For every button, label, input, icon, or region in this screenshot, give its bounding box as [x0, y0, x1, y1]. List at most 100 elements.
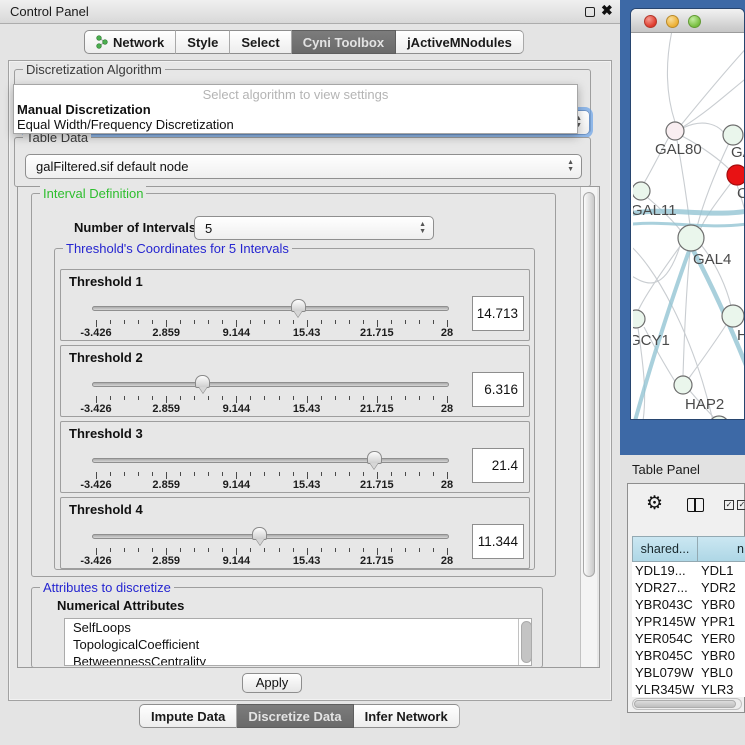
- tick-mark: [264, 472, 265, 476]
- attribute-list-item[interactable]: BetweennessCentrality: [65, 653, 531, 666]
- zoom-traffic-light[interactable]: [688, 15, 701, 28]
- tick-mark: [208, 396, 209, 400]
- tick-mark: [307, 548, 308, 555]
- tick-mark: [377, 320, 378, 327]
- settings-scrollbar[interactable]: [580, 187, 597, 667]
- column-header-shared-name[interactable]: shared...: [632, 536, 697, 562]
- minimize-traffic-light[interactable]: [666, 15, 679, 28]
- threshold-panel-2: Threshold 2-3.4262.8599.14415.4321.71528…: [60, 345, 530, 417]
- table-row[interactable]: YBL079WYBL0: [632, 664, 745, 681]
- network-window-titlebar[interactable]: [631, 9, 744, 33]
- tab-impute-data[interactable]: Impute Data: [139, 704, 237, 728]
- close-icon[interactable]: ✖: [601, 2, 613, 19]
- cell-shared-name[interactable]: YER054C: [632, 630, 697, 647]
- cell-name[interactable]: YPR1: [697, 613, 745, 630]
- cell-name[interactable]: YBR0: [697, 647, 745, 664]
- table-row[interactable]: YDR27...YDR2: [632, 579, 745, 596]
- gear-icon[interactable]: ⚙: [646, 494, 663, 513]
- tab-cyni-toolbox[interactable]: Cyni Toolbox: [292, 30, 396, 54]
- algorithm-hint-option[interactable]: Select algorithm to view settings: [14, 87, 577, 102]
- apply-button[interactable]: Apply: [242, 673, 302, 693]
- cell-name[interactable]: YDL1: [697, 562, 745, 579]
- tick-mark: [208, 320, 209, 324]
- cell-name[interactable]: YBR0: [697, 596, 745, 613]
- table-data-combobox[interactable]: galFiltered.sif default node ▲▼: [25, 154, 582, 179]
- number-of-intervals-label: Number of Intervals: [74, 220, 196, 235]
- tab-style[interactable]: Style: [176, 30, 230, 54]
- slider-handle[interactable]: [367, 451, 382, 464]
- network-node-gal11[interactable]: [633, 182, 650, 200]
- network-canvas[interactable]: GAL80GACGAL11GAL4GCY1HHAP2: [633, 33, 745, 420]
- close-traffic-light[interactable]: [644, 15, 657, 28]
- tab-network[interactable]: Network: [84, 30, 176, 54]
- network-node-gal80[interactable]: [666, 122, 684, 140]
- threshold-value-field[interactable]: 6.316: [472, 372, 524, 407]
- cell-shared-name[interactable]: YDL19...: [632, 562, 697, 579]
- slider-track[interactable]: [92, 306, 449, 311]
- cell-shared-name[interactable]: YLR345W: [632, 681, 697, 697]
- tab-select[interactable]: Select: [230, 30, 291, 54]
- tick-mark: [138, 396, 139, 400]
- thresholds-group-label: Threshold's Coordinates for 5 Intervals: [63, 241, 292, 256]
- network-node-hap2[interactable]: [674, 376, 692, 394]
- network-node-h[interactable]: [722, 305, 744, 327]
- tick-label: 9.144: [223, 555, 251, 567]
- slider-track[interactable]: [92, 382, 449, 387]
- tick-mark: [180, 548, 181, 552]
- tab-discretize-data[interactable]: Discretize Data: [237, 704, 353, 728]
- cell-shared-name[interactable]: YBL079W: [632, 664, 697, 681]
- tick-mark: [293, 320, 294, 324]
- cell-shared-name[interactable]: YDR27...: [632, 579, 697, 596]
- network-node-gcy1[interactable]: [633, 310, 645, 328]
- tab-infer-network[interactable]: Infer Network: [354, 704, 460, 728]
- bottom-tab-bar: Impute DataDiscretize DataInfer Network: [139, 704, 460, 728]
- attribute-list-item[interactable]: SelfLoops: [65, 619, 531, 636]
- float-window-icon[interactable]: [585, 7, 595, 17]
- slider-track[interactable]: [92, 534, 449, 539]
- table-horizontal-scrollbar[interactable]: [632, 698, 742, 710]
- numerical-attributes-list[interactable]: SelfLoopsTopologicalCoefficientBetweenne…: [64, 618, 532, 666]
- network-node-gal4[interactable]: [678, 225, 704, 251]
- table-row[interactable]: YBR043CYBR0: [632, 596, 745, 613]
- attributes-scrollbar-thumb[interactable]: [521, 621, 532, 663]
- cell-name[interactable]: YDR2: [697, 579, 745, 596]
- cell-name[interactable]: YLR3: [697, 681, 745, 697]
- cell-shared-name[interactable]: YBR045C: [632, 647, 697, 664]
- table-row[interactable]: YPR145WYPR1: [632, 613, 745, 630]
- attribute-list-item[interactable]: TopologicalCoefficient: [65, 636, 531, 653]
- table-data-group: Table Data galFiltered.sif default node …: [14, 137, 591, 187]
- table-row[interactable]: YLR345WYLR3: [632, 681, 745, 697]
- checkbox-icon[interactable]: ✓: [737, 500, 745, 510]
- slider-handle[interactable]: [252, 527, 267, 540]
- tick-mark: [321, 396, 322, 400]
- slider-handle[interactable]: [291, 299, 306, 312]
- tick-mark: [236, 548, 237, 555]
- algorithm-option-manual[interactable]: Manual Discretization: [17, 102, 151, 117]
- tab-jactivemnodules[interactable]: jActiveMNodules: [396, 30, 524, 54]
- table-data-value: galFiltered.sif default node: [36, 159, 188, 174]
- table-row[interactable]: YBR045CYBR0: [632, 647, 745, 664]
- threshold-value-field[interactable]: 11.344: [472, 524, 524, 559]
- column-header-name[interactable]: n: [697, 536, 745, 562]
- algorithm-option-equal-width[interactable]: Equal Width/Frequency Discretization: [17, 117, 234, 132]
- attributes-scrollbar[interactable]: [518, 619, 531, 665]
- network-node-c[interactable]: [727, 165, 745, 185]
- cell-name[interactable]: YER0: [697, 630, 745, 647]
- threshold-value-field[interactable]: 14.713: [472, 296, 524, 331]
- network-node-ga[interactable]: [723, 125, 743, 145]
- table-row[interactable]: YDL19...YDL1: [632, 562, 745, 579]
- cell-name[interactable]: YBL0: [697, 664, 745, 681]
- slider-track[interactable]: [92, 458, 449, 463]
- slider-handle[interactable]: [195, 375, 210, 388]
- cell-shared-name[interactable]: YBR043C: [632, 596, 697, 613]
- number-of-intervals-combobox[interactable]: 5 ▲▼: [194, 216, 434, 240]
- tick-mark: [307, 320, 308, 327]
- table-hscrollbar-thumb[interactable]: [634, 700, 736, 708]
- threshold-value-field[interactable]: 21.4: [472, 448, 524, 483]
- tick-label: 21.715: [360, 555, 394, 567]
- split-columns-icon[interactable]: [687, 498, 704, 512]
- table-row[interactable]: YER054CYER0: [632, 630, 745, 647]
- checkbox-icon[interactable]: ✓: [724, 500, 734, 510]
- cell-shared-name[interactable]: YPR145W: [632, 613, 697, 630]
- settings-scrollbar-thumb[interactable]: [583, 192, 595, 577]
